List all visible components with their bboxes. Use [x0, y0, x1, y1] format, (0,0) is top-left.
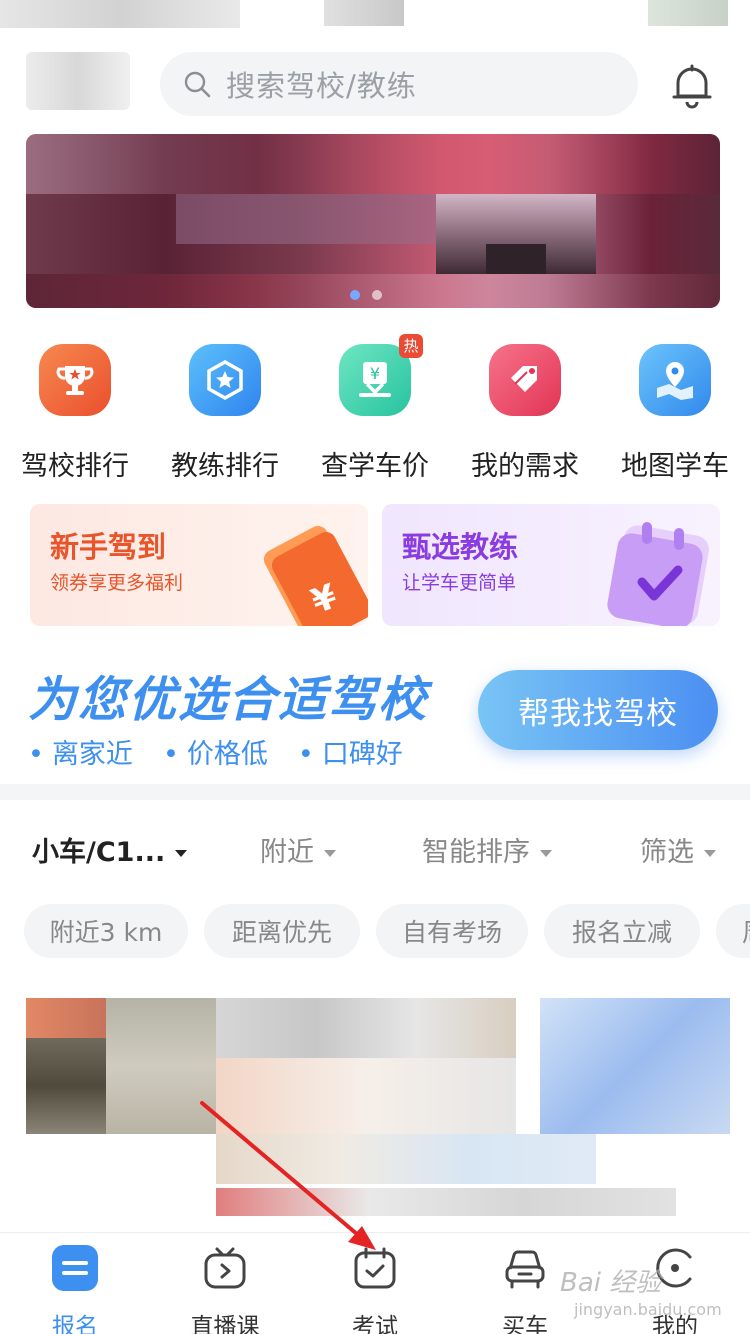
bell-icon[interactable] [666, 60, 718, 112]
search-bar[interactable]: 搜索驾校/教练 [160, 52, 638, 116]
promo-card-coach[interactable]: 甄选教练 让学车更简单 [382, 504, 720, 626]
nearby-dropdown[interactable]: 附近 [260, 830, 336, 869]
chip-partial[interactable]: 周 [716, 904, 750, 958]
slogan-point: 离家近 [28, 732, 133, 771]
slogan-point: 价格低 [163, 732, 268, 771]
signup-icon [50, 1243, 100, 1293]
slogan-point: 口碑好 [298, 732, 403, 771]
quick-entry-coach-ranking[interactable]: 教练排行 [150, 340, 300, 483]
tab-label: 考试 [352, 1314, 398, 1334]
calendar-check-icon [607, 522, 709, 626]
tab-label: 报名 [52, 1314, 98, 1334]
section-divider [0, 784, 750, 800]
search-placeholder: 搜索驾校/教练 [226, 69, 417, 103]
banner-pagination [350, 290, 382, 300]
city-selector[interactable] [26, 52, 130, 110]
sort-dropdown[interactable]: 智能排序 [422, 830, 552, 869]
quick-entry-map-learning[interactable]: 地图学车 [600, 340, 750, 483]
chip-nearby-3km[interactable]: 附近3 km [24, 904, 188, 958]
quick-entry-school-ranking[interactable]: 驾校排行 [0, 340, 150, 483]
badge-star-icon [189, 344, 261, 416]
tab-live-class[interactable]: 直播课 [150, 1243, 300, 1334]
tag-icon [489, 344, 561, 416]
slogan-headline: 为您优选合适驾校 [28, 672, 429, 728]
trophy-icon [39, 344, 111, 416]
vehicle-type-dropdown[interactable]: 小车/C1... [32, 830, 188, 869]
hot-badge: 热 [399, 334, 423, 358]
header: 搜索驾校/教练 [0, 40, 750, 130]
vehicle-type-label: 小车/C1... [32, 837, 166, 868]
quick-entry-label: 查学车价 [321, 451, 429, 482]
promo-subtitle: 领券享更多福利 [50, 572, 184, 594]
chevron-down-icon [324, 850, 336, 857]
quick-entry-price-check[interactable]: ¥ 热 查学车价 [300, 334, 450, 483]
promo-title: 甄选教练 [402, 530, 519, 564]
quick-entry-label: 驾校排行 [21, 451, 129, 482]
chip-distance-first[interactable]: 距离优先 [204, 904, 360, 958]
chip-own-exam-site[interactable]: 自有考场 [376, 904, 528, 958]
quick-entry-my-needs[interactable]: 我的需求 [450, 340, 600, 483]
nearby-label: 附近 [260, 837, 314, 868]
price-download-icon: ¥ 热 [339, 334, 423, 416]
chevron-down-icon [175, 850, 188, 857]
promo-card-newbie[interactable]: 新手驾到 领券享更多福利 ¥ [30, 504, 368, 626]
banner-carousel[interactable] [26, 134, 720, 308]
filter-chips: 附近3 km 距离优先 自有考场 报名立减 周 [0, 904, 750, 958]
chip-signup-discount[interactable]: 报名立减 [544, 904, 700, 958]
slogan-points: 离家近 价格低 口碑好 [28, 732, 403, 771]
filter-dropdown[interactable]: 筛选 [640, 830, 716, 869]
watermark-logo: Bai 经验 [560, 1268, 662, 1298]
coupon-ticket-icon: ¥ [263, 526, 368, 626]
find-school-button[interactable]: 帮我找驾校 [478, 670, 718, 750]
watermark-url: jingyan.baidu.com [574, 1300, 722, 1319]
tab-label: 直播课 [190, 1314, 260, 1334]
quick-entry-label: 我的需求 [471, 451, 579, 482]
quick-entry-label: 教练排行 [171, 451, 279, 482]
car-icon [500, 1243, 550, 1293]
tab-signup[interactable]: 报名 [0, 1243, 150, 1334]
filter-label: 筛选 [640, 837, 694, 868]
exam-check-icon [350, 1243, 400, 1293]
search-icon [184, 71, 211, 98]
chevron-down-icon [704, 850, 716, 857]
filter-bar: 小车/C1... 附近 智能排序 筛选 [0, 812, 750, 882]
promo-title: 新手驾到 [50, 530, 167, 564]
promo-subtitle: 让学车更简单 [402, 572, 517, 594]
tab-exam[interactable]: 考试 [300, 1243, 450, 1334]
map-pin-icon [639, 344, 711, 416]
svg-text:¥: ¥ [370, 364, 380, 383]
tv-play-icon [200, 1243, 250, 1293]
quick-entry-label: 地图学车 [621, 451, 729, 482]
sort-label: 智能排序 [422, 837, 530, 868]
quick-entry-grid: 驾校排行 教练排行 ¥ 热 查学车价 我的需求 地图学车 [0, 334, 750, 483]
chevron-down-icon [540, 850, 552, 857]
status-bar [0, 0, 750, 30]
school-list-item[interactable] [26, 998, 730, 1230]
